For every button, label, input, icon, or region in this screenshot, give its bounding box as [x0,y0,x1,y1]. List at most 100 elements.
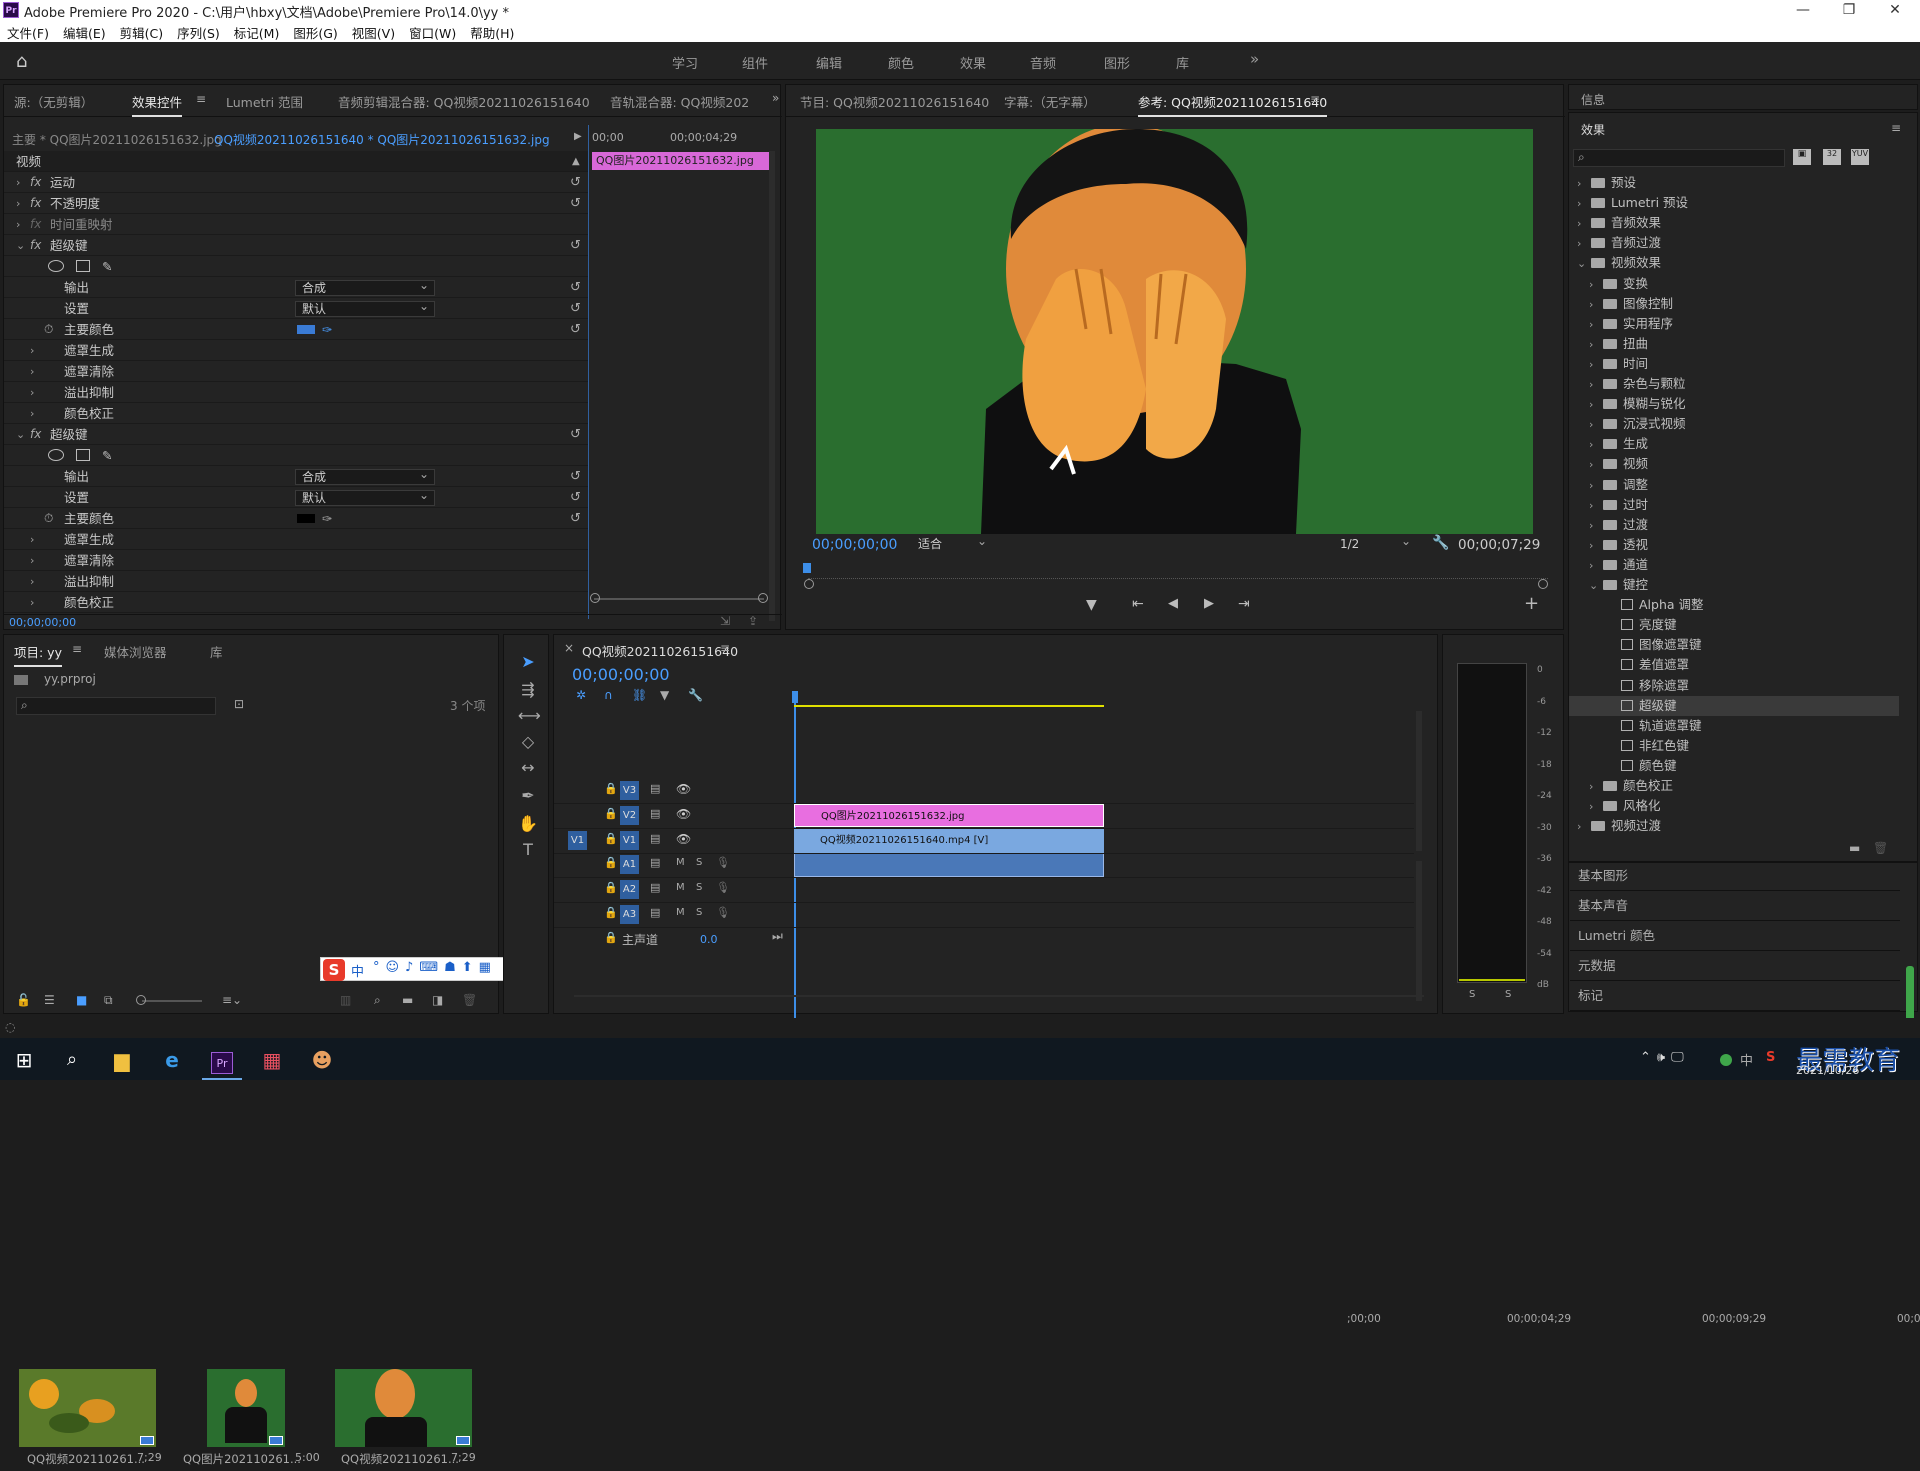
app2-icon[interactable]: ☻ [302,1040,342,1080]
menu-item-1[interactable]: 编辑(E) [56,20,113,42]
panel-overflow-icon[interactable]: » [772,91,779,105]
fx-toggle-icon[interactable]: fx [30,235,41,256]
track-target[interactable]: V3 [620,781,639,800]
ec-row[interactable]: ⏱ 主要颜色 ✑ ↺ [4,508,588,529]
zoom-slider[interactable] [136,995,146,1005]
ec-row[interactable]: › 遮罩清除 [4,361,588,382]
freeform-view-icon[interactable]: ⧉ [104,993,113,1008]
solo-button[interactable]: S [696,857,702,868]
fx-toggle-icon[interactable]: fx [30,193,41,214]
razor-tool-icon[interactable]: ◇ [518,732,538,751]
reset-icon[interactable]: ↺ [570,298,581,319]
reset-icon[interactable]: ↺ [570,508,581,529]
effects-tree-item[interactable]: 非红色键 [1569,736,1899,756]
new-item-icon[interactable]: ◨ [432,993,443,1007]
nest-icon[interactable]: ✲ [576,688,586,702]
effects-tree-item[interactable]: › 变换 [1569,274,1899,294]
chevron-down-icon[interactable]: ⌄ [16,424,25,445]
track-target[interactable]: A3 [620,905,639,924]
panel-header-1[interactable]: 基本声音 [1578,892,1628,920]
app-icon[interactable]: ▦ [252,1040,292,1080]
effects-tree-item[interactable]: Alpha 调整 [1569,595,1899,615]
sync-lock-icon[interactable]: ▤ [650,906,660,919]
workspace-tab-7[interactable]: 库 [1176,53,1189,72]
chevron-right-icon[interactable]: › [1589,556,1603,576]
collapse-up-icon[interactable]: ▲ [572,151,580,172]
effects-tree-item[interactable]: › 模糊与锐化 [1569,394,1899,414]
automate-icon[interactable]: ▥ [340,993,351,1007]
eye-icon[interactable]: 👁 [676,832,691,846]
panel-header-2[interactable]: Lumetri 颜色 [1578,922,1655,950]
go-to-end-icon[interactable]: ⏭ [772,929,783,944]
stopwatch-icon[interactable]: ⏱ [44,319,53,340]
chevron-right-icon[interactable]: › [1577,817,1591,837]
panel-header-3[interactable]: 元数据 [1578,952,1616,980]
effects-tree-item[interactable]: › 时间 [1569,354,1899,374]
solo-button[interactable]: S [696,907,702,918]
panel-menu-icon[interactable]: ≡ [720,641,730,655]
chevron-right-icon[interactable]: › [1589,435,1603,455]
ec-row[interactable]: ⏱ 主要颜色 ✑ ↺ [4,319,588,340]
track-lock-icon[interactable]: 🔒 [604,782,618,795]
step-back-icon[interactable]: ◀ [1168,596,1178,611]
master-clip-label[interactable]: 主要 * QQ图片20211026151632.jpg [12,131,222,148]
chevron-right-icon[interactable]: › [1577,174,1591,194]
effects-tree-item[interactable]: › 扭曲 [1569,334,1899,354]
menu-item-3[interactable]: 序列(S) [170,20,227,42]
reset-icon[interactable]: ↺ [570,319,581,340]
chevron-right-icon[interactable]: › [1577,194,1591,214]
workspace-tab-5[interactable]: 音频 [1030,53,1056,72]
chevron-right-icon[interactable]: › [1589,335,1603,355]
new-bin-icon[interactable]: ▬ [1849,841,1860,855]
ec-row[interactable]: › fx 运动 ↺ [4,172,588,193]
play-icon[interactable]: ▶ [1204,596,1214,611]
ec-row[interactable]: 设置 默认 ↺ [4,487,588,508]
type-tool-icon[interactable]: T [518,840,538,859]
track-select-tool-icon[interactable]: ⇶ [518,680,538,699]
track-target[interactable]: A2 [620,880,639,899]
project-item[interactable]: QQ图片202110261... 5:00 [175,1361,325,1471]
windows-start-icon[interactable]: ⊞ [4,1040,44,1080]
ec-dropdown[interactable]: 合成 [295,467,435,485]
sync-lock-icon[interactable]: ▤ [650,856,660,869]
effects-tree-item[interactable]: 轨道遮罩键 [1569,716,1899,736]
file-explorer-icon[interactable]: ▆ [102,1040,142,1080]
menu-item-7[interactable]: 窗口(W) [402,20,463,42]
ime-toolbar[interactable]: S 中 °☺♪⌨☗⬆▦ [320,957,526,981]
microphone-icon[interactable]: 🎙 [716,856,730,869]
chevron-down-icon[interactable]: ⌄ [1589,576,1603,596]
effects-tree-item[interactable]: 超级键 [1569,695,1899,716]
play-triangle-icon[interactable]: ▶ [574,131,582,142]
chevron-right-icon[interactable]: › [30,550,34,571]
chevron-right-icon[interactable]: › [1589,516,1603,536]
effects-tree-item[interactable]: › 调整 [1569,475,1899,495]
clip-v1[interactable]: QQ视频20211026151640.mp4 [V] [794,829,1104,853]
menu-item-2[interactable]: 剪辑(C) [113,20,170,42]
ec-row[interactable]: › 遮罩清除 [4,550,588,571]
find-icon[interactable]: ⊡ [234,697,244,711]
effects-tree-item[interactable]: › 音频效果 [1569,213,1899,233]
close-tab-icon[interactable]: × [564,641,574,655]
sequence-tab[interactable]: QQ视频20211026151640 [582,641,738,660]
chevron-right-icon[interactable]: › [1589,375,1603,395]
reset-icon[interactable]: ↺ [570,487,581,508]
ime-tray-icon[interactable]: 中 [1740,1050,1753,1069]
workspace-tab-0[interactable]: 学习 [672,53,698,72]
slip-tool-icon[interactable]: ↔ [518,758,538,777]
eye-icon[interactable]: 👁 [676,782,691,796]
panel-header-4[interactable]: 标记 [1578,982,1603,1010]
find-icon-2[interactable]: ⌕ [374,993,381,1008]
chevron-right-icon[interactable]: › [16,172,20,193]
rectangle-mask-icon[interactable] [76,260,90,272]
chevron-right-icon[interactable]: › [1589,315,1603,335]
microphone-icon[interactable]: 🎙 [716,906,730,919]
delete-icon[interactable]: 🗑 [1873,841,1888,855]
ec-tab-4[interactable]: 音轨混合器: QQ视频202 [610,92,749,111]
ec-row[interactable]: ⌄ fx 超级键 ↺ [4,424,588,445]
reset-icon[interactable]: ↺ [570,235,581,256]
workspace-tab-1[interactable]: 组件 [742,53,768,72]
new-bin-icon[interactable]: ▬ [402,993,413,1007]
sync-lock-icon[interactable]: ▤ [650,782,660,795]
solo-left-button[interactable]: S [1469,989,1475,1000]
chevron-right-icon[interactable]: › [1589,476,1603,496]
